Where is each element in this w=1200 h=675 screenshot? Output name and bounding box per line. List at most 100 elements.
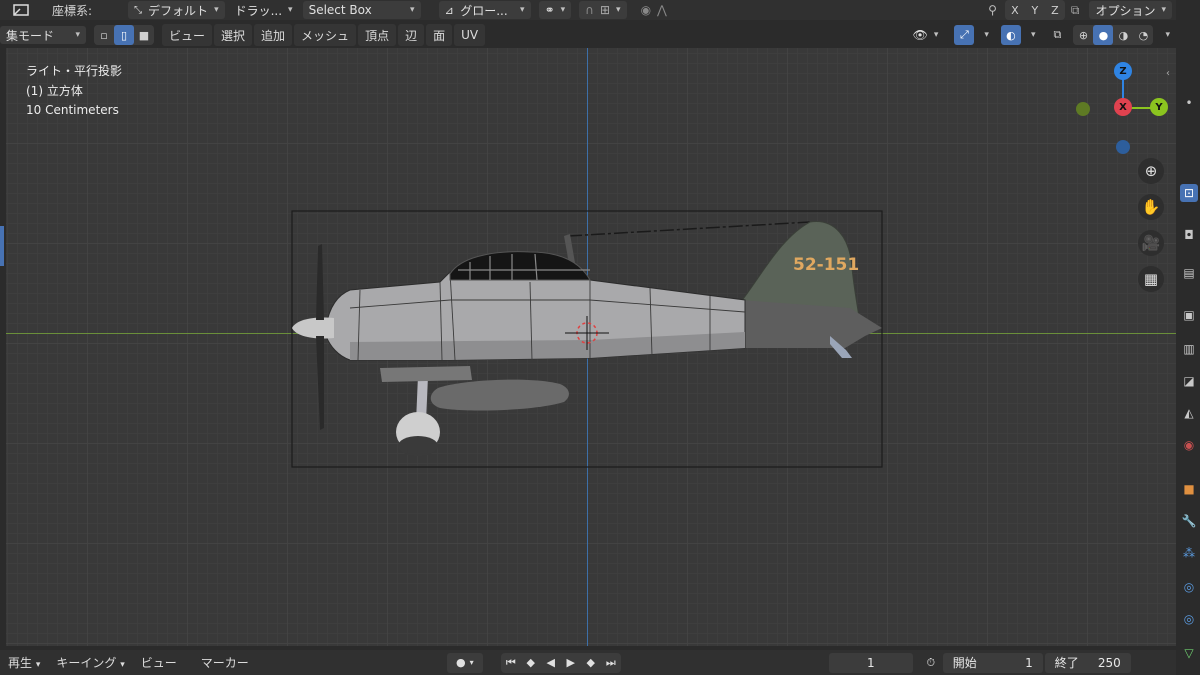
orientation-dropdown[interactable]: ⊿ グロー... ▾	[438, 1, 531, 19]
snap-dropdown[interactable]: ∩ ⊞ ▾	[579, 1, 627, 19]
timeline-header: 再生 ▾ キーイング ▾ ビュー マーカー ● ▾ ⏮ ◆ ◀ ▶ ◆ ⏭ 1 …	[0, 650, 1176, 675]
menu-uv[interactable]: UV	[454, 24, 486, 46]
solid-shading-icon[interactable]: ●	[1093, 25, 1114, 45]
xray-toggle-icon[interactable]: ⧉	[1047, 25, 1067, 45]
orientation-icon: ⊿	[444, 3, 454, 17]
output-tab-icon[interactable]: ▤	[1180, 264, 1198, 282]
jump-end-icon[interactable]: ⏭	[601, 653, 621, 673]
physics-tab-icon[interactable]: ◎	[1180, 578, 1198, 596]
overlay-toggle-icon[interactable]: ◐	[1000, 25, 1021, 45]
mirror-z-button[interactable]: Z	[1044, 0, 1065, 20]
stopwatch-icon[interactable]: ⏱	[921, 653, 941, 673]
world-tab-icon[interactable]: ◪	[1180, 372, 1198, 390]
menu-view[interactable]: ビュー	[162, 24, 213, 46]
particles-tab-icon[interactable]: ⁂	[1180, 544, 1198, 562]
options-label: オプション	[1095, 3, 1156, 18]
view-name-label: ライト・平行投影	[26, 64, 123, 78]
end-frame-field[interactable]: 終了 250	[1044, 652, 1131, 673]
start-frame-label: 開始	[952, 656, 977, 670]
header-bar: 座標系: ⤡ デフォルト ▾ ドラッ... ▾ Select Box ▾ ⊿ グ…	[0, 0, 1180, 20]
end-frame-label: 終了	[1054, 656, 1079, 670]
start-frame-field[interactable]: 開始 1	[942, 652, 1043, 673]
prev-keyframe-icon[interactable]: ◆	[521, 653, 541, 673]
play-reverse-icon[interactable]: ◀	[541, 653, 561, 673]
collection-tab-icon[interactable]: ◭	[1180, 404, 1198, 422]
render-tab-icon[interactable]: ◘	[1180, 226, 1198, 244]
gizmo-z-axis[interactable]: Z	[1114, 62, 1132, 80]
rendered-shading-icon[interactable]: ◔	[1133, 25, 1154, 45]
propeller-blade-bottom	[316, 336, 324, 430]
nav-gizmo[interactable]: Z X Y	[1072, 58, 1172, 158]
shading-dropdown[interactable]: ▾	[1153, 26, 1176, 44]
modifier-tab-icon[interactable]: 🔧	[1180, 512, 1198, 530]
zoom-icon[interactable]: ⊕	[1138, 158, 1164, 184]
pivot-dropdown[interactable]: ⚭ ▾	[538, 1, 572, 19]
record-icon[interactable]: ● ▾	[446, 652, 483, 673]
editor-type-icon[interactable]	[8, 0, 34, 20]
view-layer-tab-icon[interactable]: ▣	[1180, 306, 1198, 324]
keying-menu[interactable]: キーイング ▾	[48, 654, 132, 671]
data-tab-icon[interactable]: ▽	[1180, 644, 1198, 662]
gizmo-x-axis[interactable]: X	[1114, 98, 1132, 116]
overlay-dropdown[interactable]: ▾	[1021, 26, 1040, 44]
playback-menu[interactable]: 再生 ▾	[0, 654, 48, 671]
jump-start-icon[interactable]: ⏮	[501, 653, 521, 673]
gizmo-neg-y-axis[interactable]	[1076, 102, 1090, 116]
tool-tab-icon[interactable]: ⊡	[1180, 184, 1198, 202]
chevron-down-icon: ▾	[410, 5, 415, 15]
texture-tab-icon[interactable]: ◉	[1180, 436, 1198, 454]
grid-view-icon[interactable]: ▦	[1138, 266, 1164, 292]
active-tool-indicator[interactable]	[0, 226, 4, 266]
visibility-dropdown[interactable]: 👁 ▾	[907, 26, 945, 44]
chevron-down-icon: ▾	[214, 5, 219, 15]
snap-increment-icon: ⊞	[599, 3, 611, 17]
mirror-y-button[interactable]: Y	[1024, 0, 1045, 20]
marker-menu[interactable]: マーカー	[193, 654, 257, 671]
mode-dropdown[interactable]: 集モード ▾	[0, 26, 86, 44]
select-mode-dropdown[interactable]: Select Box ▾	[302, 1, 421, 19]
mirror-x-button[interactable]: X	[1004, 0, 1025, 20]
face-select-icon[interactable]: ■	[134, 25, 154, 45]
start-frame-value: 1	[1025, 655, 1033, 670]
menu-select[interactable]: 選択	[214, 24, 253, 46]
mirror-icon[interactable]: ⚲	[988, 3, 997, 17]
pan-hand-icon[interactable]: ✋	[1138, 194, 1164, 220]
menu-face[interactable]: 面	[426, 24, 453, 46]
edge-select-icon[interactable]: ▯	[114, 25, 134, 45]
sidebar-toggle-icon[interactable]: ‹	[1166, 68, 1170, 79]
orientation-value: グロー...	[460, 3, 508, 18]
chevron-down-icon: ▾	[120, 660, 125, 670]
gizmo-dropdown[interactable]: ▾	[974, 26, 993, 44]
next-keyframe-icon[interactable]: ◆	[581, 653, 601, 673]
menu-mesh[interactable]: メッシュ	[294, 24, 357, 46]
menu-vertex[interactable]: 頂点	[358, 24, 397, 46]
properties-tab-strip: • ⊡ ◘ ▤ ▣ ▥ ◪ ◭ ◉ ■ 🔧 ⁂ ◎ ◎ ▽	[1176, 0, 1200, 675]
wireframe-shading-icon[interactable]: ⊕	[1073, 25, 1094, 45]
magnet-icon: ∩	[585, 3, 594, 17]
options-dropdown[interactable]: オプション ▾	[1089, 1, 1172, 19]
object-tab-icon[interactable]: ■	[1180, 480, 1198, 498]
gizmo-neg-z-axis[interactable]	[1116, 140, 1130, 154]
material-shading-icon[interactable]: ◑	[1113, 25, 1134, 45]
select-mode-group: ▫ ▯ ■	[94, 25, 154, 45]
coord-system-value: デフォルト	[148, 3, 209, 18]
vertex-select-icon[interactable]: ▫	[94, 25, 114, 45]
current-frame-field[interactable]: 1	[828, 652, 913, 673]
gizmo-toggle-icon[interactable]: ⤢	[954, 25, 975, 45]
topology-mirror-icon[interactable]: ⧉	[1071, 3, 1080, 18]
drag-label: ドラッ...	[234, 3, 283, 18]
menu-edge[interactable]: 辺	[398, 24, 425, 46]
3d-viewport[interactable]: ライト・平行投影 (1) 立方体 10 Centimeters 52-151 Z…	[6, 48, 1176, 646]
scene-tab-icon[interactable]: ▥	[1180, 340, 1198, 358]
airplane-model[interactable]: 52-151	[290, 208, 890, 478]
gizmo-y-axis[interactable]: Y	[1150, 98, 1168, 116]
menu-add[interactable]: 追加	[254, 24, 293, 46]
proportional-edit-dropdown[interactable]: ◉ ⋀	[635, 1, 673, 19]
timeline-view-menu[interactable]: ビュー	[133, 654, 185, 671]
camera-icon[interactable]: 🎥	[1138, 230, 1164, 256]
coord-system-dropdown[interactable]: ⤡ デフォルト ▾	[128, 1, 225, 19]
play-icon[interactable]: ▶	[561, 653, 581, 673]
constraints-tab-icon[interactable]: ◎	[1180, 610, 1198, 628]
chevron-down-icon: ▾	[616, 5, 621, 15]
drag-dropdown[interactable]: ドラッ... ▾	[229, 1, 299, 19]
